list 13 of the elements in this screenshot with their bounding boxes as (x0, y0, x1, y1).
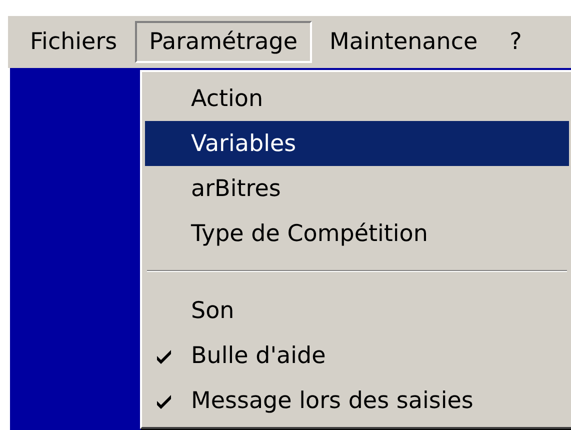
menu-option[interactable]: arBitres (145, 166, 569, 211)
menu-option[interactable]: Message lors des saisies (145, 378, 569, 423)
menu-option[interactable]: Son (145, 288, 569, 333)
menu-item[interactable]: Paramétrage (135, 21, 312, 63)
menu-option[interactable]: Bulle d'aide (145, 333, 569, 378)
menu-item[interactable]: Fichiers (16, 21, 132, 63)
menu-option[interactable]: Variables (145, 121, 569, 166)
menu-option[interactable]: Action (145, 76, 569, 121)
checkmark-icon (157, 395, 173, 409)
menu-item[interactable]: ? (496, 21, 536, 63)
menu-option[interactable]: Type de Compétition (145, 211, 569, 256)
menu-item[interactable]: Maintenance (316, 21, 492, 63)
checkmark-icon (157, 350, 173, 364)
